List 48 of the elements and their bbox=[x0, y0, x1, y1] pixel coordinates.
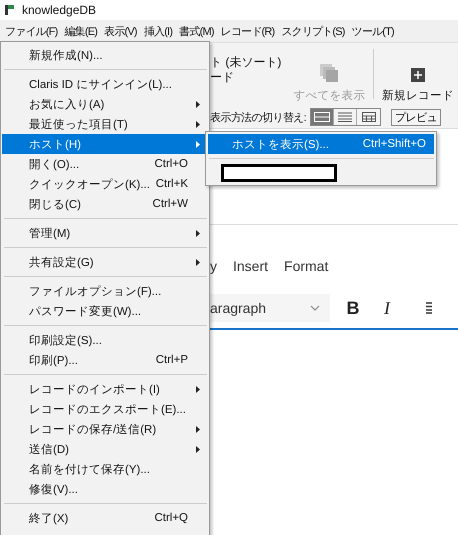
align-icon[interactable] bbox=[426, 302, 432, 314]
menu-bar-item[interactable]: レコード(R) bbox=[216, 24, 278, 38]
menu-item[interactable]: ファイルオプション(F)... bbox=[2, 281, 208, 301]
menu-item[interactable]: ホストを表示(S)... Ctrl+Shift+O bbox=[208, 134, 434, 154]
form-view-button[interactable] bbox=[311, 109, 334, 125]
bold-button[interactable]: B bbox=[336, 298, 370, 318]
menu-item[interactable]: 開く(O)... Ctrl+O bbox=[2, 154, 208, 174]
editor-menu-item[interactable]: Format bbox=[284, 258, 328, 274]
menu-item[interactable]: 新規作成(N)... bbox=[2, 45, 208, 65]
menu-item[interactable]: 共有設定(G) bbox=[2, 252, 208, 272]
menu-bar-item[interactable]: スクリプト(S) bbox=[277, 24, 348, 38]
menu-item[interactable]: クイックオープン(K)... Ctrl+K bbox=[2, 174, 208, 194]
menu-bar-item[interactable]: ファイル(F) bbox=[1, 24, 60, 38]
menu-item[interactable]: 修復(V)... bbox=[2, 479, 208, 499]
menu-item[interactable]: レコードのインポート(I) bbox=[2, 379, 208, 399]
menu-item[interactable]: 送信(D) bbox=[2, 439, 208, 459]
window-title: knowledgeDB bbox=[22, 3, 96, 17]
menu-bar-item[interactable]: 編集(E) bbox=[60, 24, 100, 38]
menu-bar-item[interactable]: 挿入(I) bbox=[140, 24, 176, 38]
menu-item[interactable]: 名前を付けて保存(Y)... bbox=[2, 459, 208, 479]
new-record-button[interactable]: 新規レコード bbox=[378, 68, 458, 103]
menu-bar-item[interactable]: 書式(M) bbox=[175, 24, 217, 38]
menu-item[interactable]: パスワード変更(W)... bbox=[2, 301, 208, 321]
app-icon bbox=[5, 5, 14, 15]
menu-item[interactable]: レコードの保存/送信(R) bbox=[2, 419, 208, 439]
menu-item[interactable]: 印刷(P)... Ctrl+P bbox=[2, 350, 208, 370]
menu-item[interactable]: 最近使った項目(T) bbox=[2, 114, 208, 134]
menu-bar-item[interactable]: ツール(T) bbox=[348, 24, 397, 38]
menu-item[interactable]: 終了(X) Ctrl+Q bbox=[2, 508, 208, 528]
menu-bar-item[interactable]: 表示(V) bbox=[100, 24, 140, 38]
chevron-down-icon bbox=[310, 305, 320, 311]
menu-item[interactable]: お気に入り(A) bbox=[2, 94, 208, 114]
view-switch-label: 表示方法の切り替え: bbox=[210, 110, 306, 124]
italic-button[interactable]: I bbox=[370, 298, 404, 318]
editor-menu-item[interactable]: Insert bbox=[233, 258, 268, 274]
preview-button[interactable]: プレビュ bbox=[391, 108, 441, 126]
stacked-pages-icon bbox=[320, 64, 338, 82]
block-style-dropdown[interactable]: aragraph bbox=[210, 294, 330, 322]
record-label: ード bbox=[210, 70, 235, 85]
editor-menu-item[interactable]: y bbox=[210, 258, 217, 274]
sort-status: ト (未ソート) bbox=[210, 55, 282, 70]
menu-item[interactable]: 管理(M) bbox=[2, 223, 208, 243]
menu-item[interactable]: Claris ID にサインイン(L)... bbox=[2, 74, 208, 94]
menu-item[interactable]: ホスト(H) bbox=[2, 134, 208, 154]
menu-item[interactable]: レコードのエクスポート(E)... bbox=[2, 399, 208, 419]
menu-item[interactable]: 閉じる(C) Ctrl+W bbox=[2, 194, 208, 214]
plus-icon bbox=[411, 68, 425, 82]
menu-item[interactable]: 印刷設定(S)... bbox=[2, 330, 208, 350]
